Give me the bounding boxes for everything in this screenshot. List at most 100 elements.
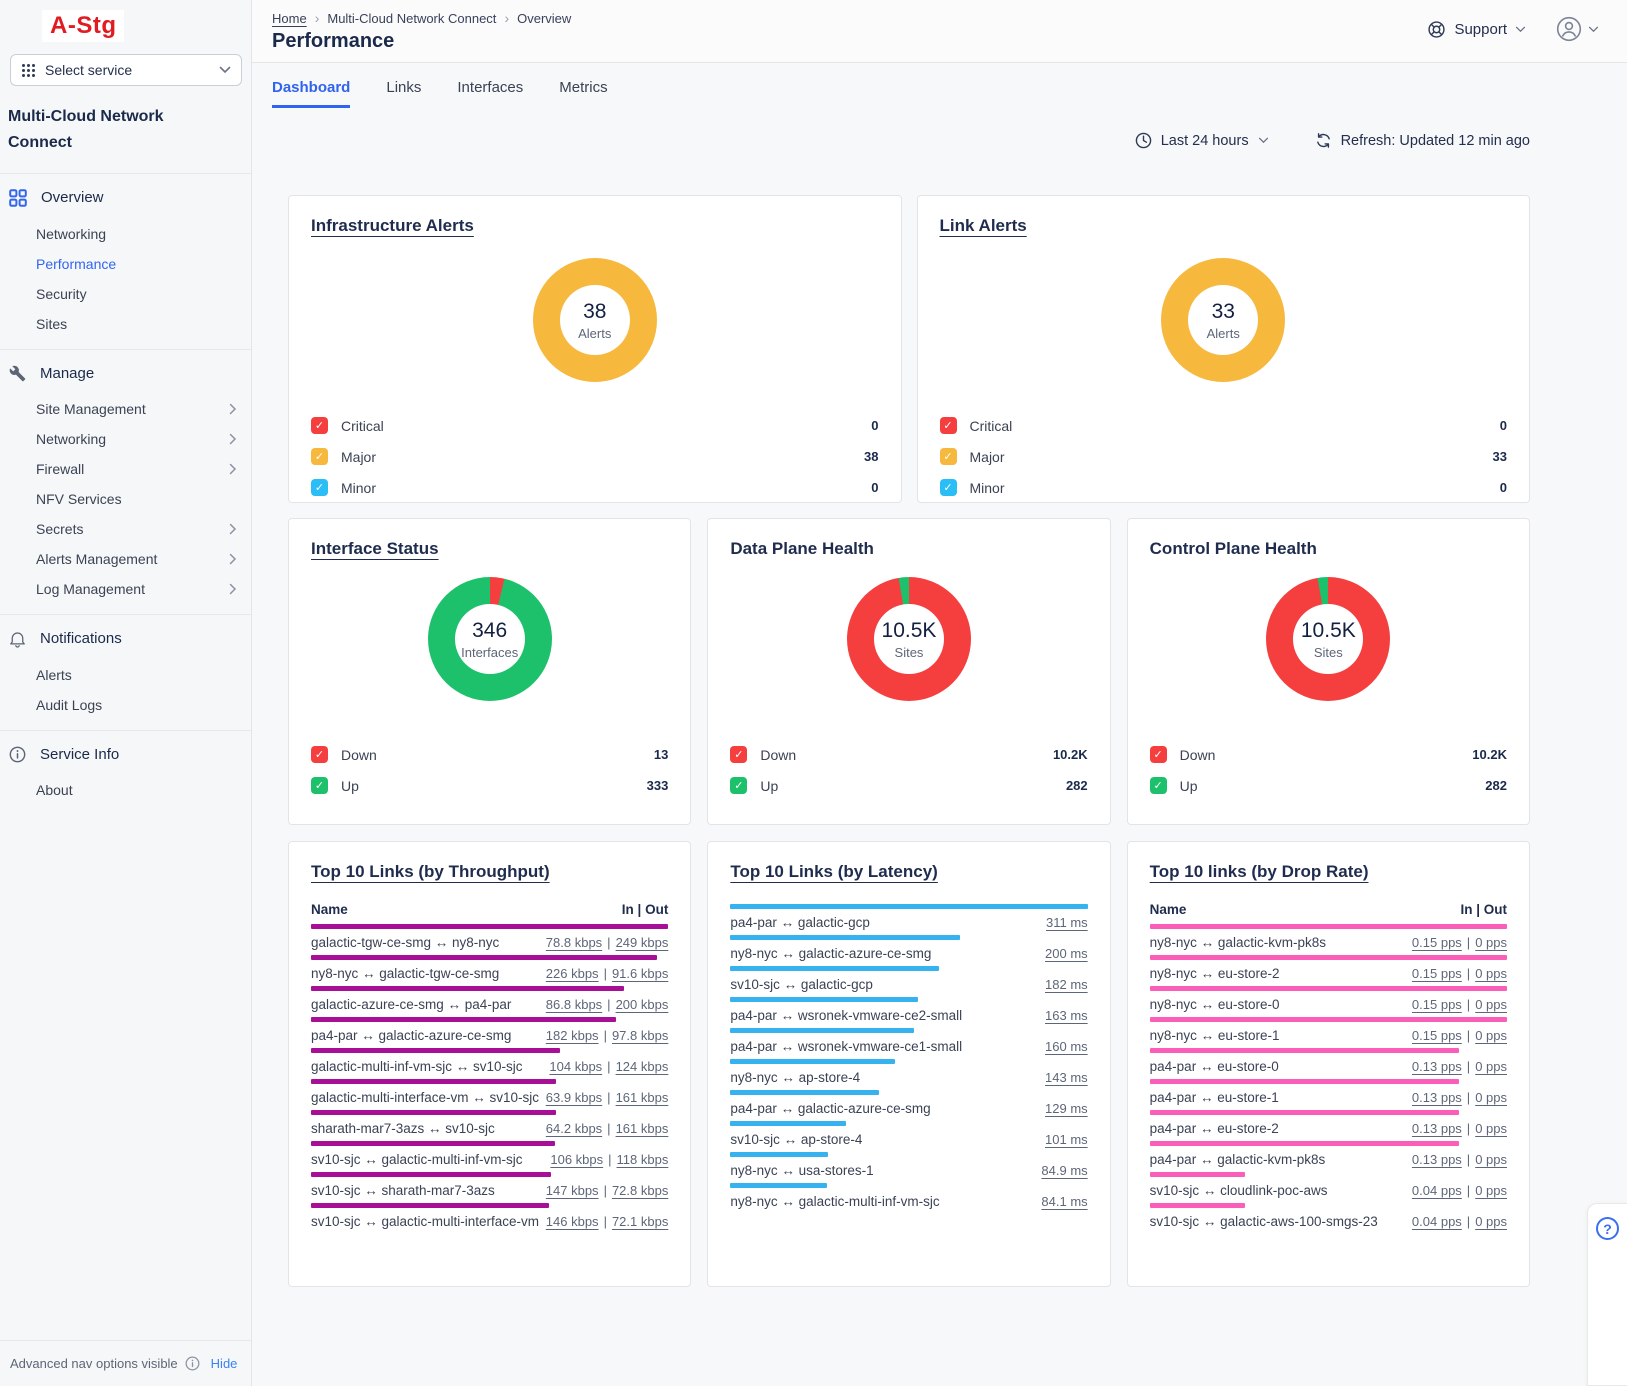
in-value-link[interactable]: 63.9 kbps [546, 1090, 602, 1105]
in-value-link[interactable]: 78.8 kbps [546, 935, 602, 950]
legend-checkbox[interactable]: ✓ [311, 448, 328, 465]
sidebar-item-networking-manage[interactable]: Networking [0, 424, 251, 454]
support-menu[interactable]: Support [1427, 20, 1526, 39]
user-menu[interactable] [1556, 16, 1599, 42]
out-value-link[interactable]: 118 kbps [617, 1152, 669, 1167]
in-value-link[interactable]: 146 kbps [546, 1214, 599, 1229]
latency-value-link[interactable]: 182 ms [1045, 977, 1088, 992]
out-value-link[interactable]: 0 pps [1475, 1152, 1507, 1167]
sidebar-section-overview[interactable]: Overview [0, 174, 251, 219]
latency-value-link[interactable]: 143 ms [1045, 1070, 1088, 1085]
out-value-link[interactable]: 91.6 kbps [612, 966, 668, 981]
out-value-link[interactable]: 249 kbps [616, 935, 669, 950]
sidebar-item-about[interactable]: About [0, 775, 251, 805]
in-value-link[interactable]: 106 kbps [550, 1152, 603, 1167]
out-value-link[interactable]: 0 pps [1475, 935, 1507, 950]
sidebar-section-manage[interactable]: Manage [0, 350, 251, 394]
out-value-link[interactable]: 0 pps [1475, 1121, 1507, 1136]
sidebar-item-performance[interactable]: Performance [0, 249, 251, 279]
sidebar-item-networking[interactable]: Networking [0, 219, 251, 249]
top-links-throughput-link[interactable]: Top 10 Links (by Throughput) [311, 862, 550, 881]
sidebar-item-alerts[interactable]: Alerts [0, 660, 251, 690]
in-value-link[interactable]: 0.15 pps [1412, 997, 1462, 1012]
sidebar-item-nfv-services[interactable]: NFV Services [0, 484, 251, 514]
out-value-link[interactable]: 97.8 kbps [612, 1028, 668, 1043]
out-value-link[interactable]: 0 pps [1475, 1090, 1507, 1105]
legend-checkbox[interactable]: ✓ [1150, 777, 1167, 794]
breadcrumb-overview[interactable]: Overview [517, 11, 571, 26]
breadcrumb-service[interactable]: Multi-Cloud Network Connect [327, 11, 496, 26]
out-value-link[interactable]: 0 pps [1475, 966, 1507, 981]
hide-nav-link[interactable]: Hide [211, 1356, 238, 1371]
sidebar-item-security[interactable]: Security [0, 279, 251, 309]
out-value-link[interactable]: 0 pps [1475, 997, 1507, 1012]
in-value-link[interactable]: 0.13 pps [1412, 1059, 1462, 1074]
help-icon[interactable]: ? [1596, 1217, 1619, 1240]
out-value-link[interactable]: 200 kbps [616, 997, 669, 1012]
legend-checkbox[interactable]: ✓ [311, 417, 328, 434]
latency-value-link[interactable]: 311 ms [1046, 915, 1088, 930]
sidebar-item-audit-logs[interactable]: Audit Logs [0, 690, 251, 720]
tab-metrics[interactable]: Metrics [559, 79, 607, 108]
top-links-latency-link[interactable]: Top 10 Links (by Latency) [730, 862, 938, 881]
out-value-link[interactable]: 0 pps [1475, 1214, 1507, 1229]
breadcrumb-home[interactable]: Home [272, 11, 307, 26]
in-value-link[interactable]: 182 kbps [546, 1028, 599, 1043]
legend-checkbox[interactable]: ✓ [940, 479, 957, 496]
legend-checkbox[interactable]: ✓ [730, 746, 747, 763]
infrastructure-alerts-link[interactable]: Infrastructure Alerts [311, 216, 474, 235]
tab-links[interactable]: Links [386, 79, 421, 108]
out-value-link[interactable]: 72.8 kbps [612, 1183, 668, 1198]
legend-checkbox[interactable]: ✓ [730, 777, 747, 794]
link-alerts-link[interactable]: Link Alerts [940, 216, 1027, 235]
in-value-link[interactable]: 0.13 pps [1412, 1090, 1462, 1105]
in-value-link[interactable]: 0.15 pps [1412, 966, 1462, 981]
sidebar-item-log-management[interactable]: Log Management [0, 574, 251, 604]
out-value-link[interactable]: 0 pps [1475, 1183, 1507, 1198]
top-links-drop-rate-link[interactable]: Top 10 links (by Drop Rate) [1150, 862, 1369, 881]
interface-status-link[interactable]: Interface Status [311, 539, 439, 558]
sidebar-section-service-info[interactable]: Service Info [0, 731, 251, 775]
out-value-link[interactable]: 72.1 kbps [612, 1214, 668, 1229]
time-range-select[interactable]: Last 24 hours [1135, 132, 1269, 149]
tab-interfaces[interactable]: Interfaces [457, 79, 523, 108]
in-value-link[interactable]: 0.04 pps [1412, 1214, 1462, 1229]
out-value-link[interactable]: 0 pps [1475, 1028, 1507, 1043]
tab-dashboard[interactable]: Dashboard [272, 79, 350, 108]
in-value-link[interactable]: 0.04 pps [1412, 1183, 1462, 1198]
refresh-button[interactable]: Refresh: Updated 12 min ago [1315, 132, 1530, 149]
sidebar-item-alerts-management[interactable]: Alerts Management [0, 544, 251, 574]
sidebar-item-firewall[interactable]: Firewall [0, 454, 251, 484]
in-value-link[interactable]: 147 kbps [546, 1183, 599, 1198]
out-value-link[interactable]: 161 kbps [616, 1121, 669, 1136]
out-value-link[interactable]: 161 kbps [616, 1090, 669, 1105]
in-value-link[interactable]: 0.13 pps [1412, 1152, 1462, 1167]
legend-checkbox[interactable]: ✓ [940, 417, 957, 434]
latency-value-link[interactable]: 84.9 ms [1041, 1163, 1087, 1178]
in-value-link[interactable]: 0.15 pps [1412, 1028, 1462, 1043]
legend-checkbox[interactable]: ✓ [1150, 746, 1167, 763]
in-value-link[interactable]: 86.8 kbps [546, 997, 602, 1012]
in-value-link[interactable]: 0.15 pps [1412, 935, 1462, 950]
in-value-link[interactable]: 104 kbps [549, 1059, 602, 1074]
legend-checkbox[interactable]: ✓ [311, 479, 328, 496]
out-value-link[interactable]: 124 kbps [616, 1059, 669, 1074]
service-selector[interactable]: Select service [10, 54, 242, 86]
sidebar-item-site-management[interactable]: Site Management [0, 394, 251, 424]
in-value-link[interactable]: 0.13 pps [1412, 1121, 1462, 1136]
in-value-link[interactable]: 226 kbps [546, 966, 599, 981]
sidebar-item-secrets[interactable]: Secrets [0, 514, 251, 544]
legend-checkbox[interactable]: ✓ [940, 448, 957, 465]
latency-value-link[interactable]: 200 ms [1045, 946, 1088, 961]
legend-checkbox[interactable]: ✓ [311, 746, 328, 763]
latency-value-link[interactable]: 101 ms [1045, 1132, 1088, 1147]
legend-checkbox[interactable]: ✓ [311, 777, 328, 794]
in-value-link[interactable]: 64.2 kbps [546, 1121, 602, 1136]
latency-value-link[interactable]: 129 ms [1045, 1101, 1088, 1116]
sidebar-section-notifications[interactable]: Notifications [0, 615, 251, 660]
latency-value-link[interactable]: 160 ms [1045, 1039, 1088, 1054]
latency-value-link[interactable]: 163 ms [1045, 1008, 1088, 1023]
sidebar-item-sites[interactable]: Sites [0, 309, 251, 339]
out-value-link[interactable]: 0 pps [1475, 1059, 1507, 1074]
latency-value-link[interactable]: 84.1 ms [1041, 1194, 1087, 1209]
